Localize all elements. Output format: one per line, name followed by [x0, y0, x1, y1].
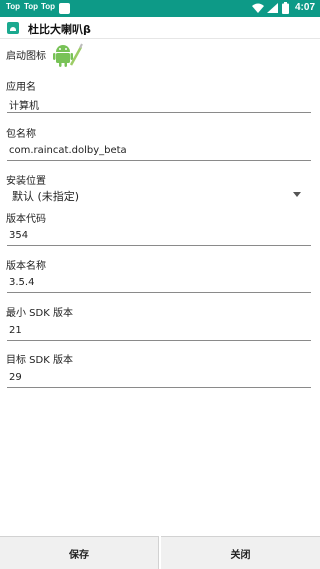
app-icon — [7, 22, 19, 34]
package-name-label: 包名称 — [6, 129, 36, 140]
android-icon[interactable] — [53, 43, 83, 67]
status-clock: 4:07 — [295, 2, 316, 13]
target-sdk-label: 目标 SDK 版本 — [6, 355, 73, 366]
package-name-underline — [7, 160, 311, 161]
install-location-label: 安装位置 — [6, 176, 46, 187]
signal-icon — [267, 3, 278, 13]
app-name-label: 应用名 — [6, 82, 36, 93]
target-sdk-underline — [7, 387, 311, 388]
min-sdk-underline — [7, 340, 311, 341]
version-code-underline — [7, 245, 311, 246]
dropdown-arrow-icon[interactable] — [293, 192, 301, 197]
target-sdk-field[interactable]: 29 — [9, 372, 22, 383]
save-button[interactable]: 保存 — [0, 536, 159, 569]
app-name-field[interactable]: 计算机 — [9, 97, 39, 112]
notification-top-3: Top — [41, 2, 56, 11]
version-name-label: 版本名称 — [6, 261, 46, 272]
close-button[interactable]: 关闭 — [161, 536, 320, 569]
version-name-field[interactable]: 3.5.4 — [9, 277, 34, 288]
version-code-field[interactable]: 354 — [9, 230, 28, 241]
status-bar: Top Top Top 4:07 — [0, 0, 320, 17]
package-name-field[interactable]: com.raincat.dolby_beta — [9, 145, 127, 156]
notification-icon — [59, 3, 70, 14]
app-name-underline — [7, 112, 311, 113]
page-title: 杜比大喇叭β — [28, 23, 91, 36]
version-name-underline — [7, 292, 311, 293]
launch-icon-label: 启动图标 — [6, 51, 46, 62]
notification-top-2: Top — [24, 2, 39, 11]
battery-icon — [282, 2, 289, 14]
install-location-select[interactable]: 默认 (未指定) — [12, 188, 79, 204]
notification-top-1: Top — [6, 2, 21, 11]
wifi-icon — [252, 3, 264, 13]
min-sdk-field[interactable]: 21 — [9, 325, 22, 336]
title-bar: 杜比大喇叭β — [0, 17, 320, 39]
version-code-label: 版本代码 — [6, 214, 46, 225]
min-sdk-label: 最小 SDK 版本 — [6, 308, 73, 319]
